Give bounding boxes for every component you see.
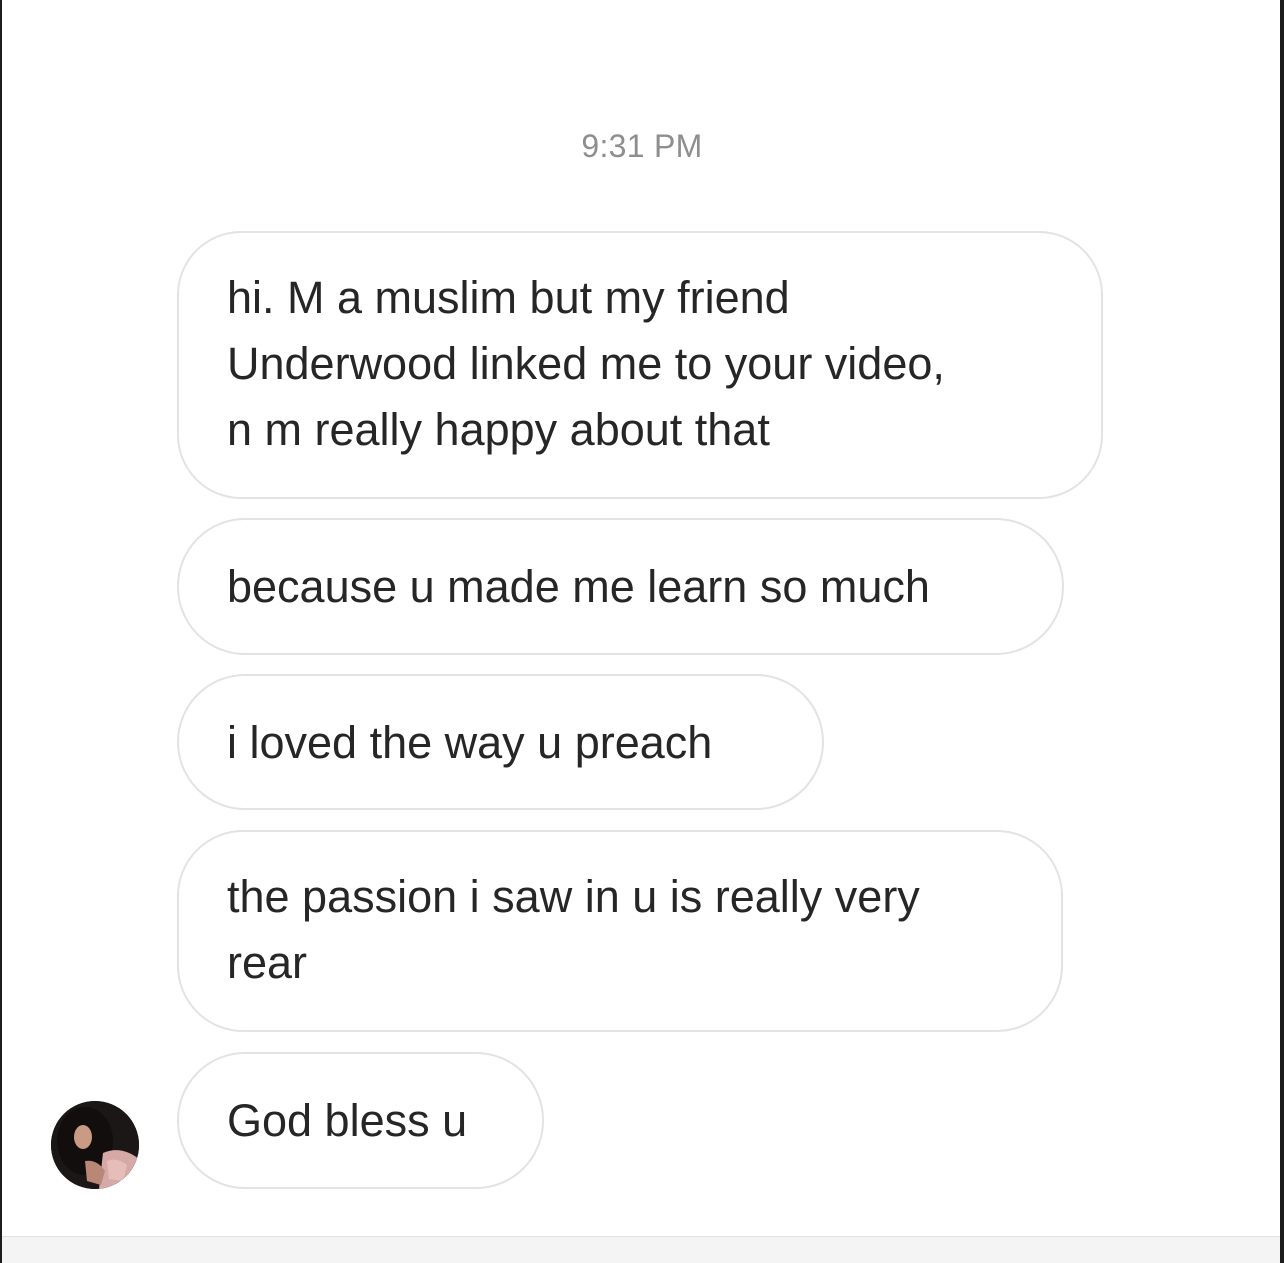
message-text: because u made me learn so much bbox=[227, 561, 930, 612]
right-border bbox=[1280, 0, 1284, 1263]
message-bubble[interactable]: God bless u bbox=[177, 1052, 544, 1189]
message-text: the passion i saw in u is really very bbox=[227, 871, 920, 922]
message-text: i loved the way u preach bbox=[227, 717, 713, 768]
message-bubble[interactable]: because u made me learn so much bbox=[177, 518, 1064, 655]
left-border bbox=[0, 0, 2, 1263]
message-timestamp: 9:31 PM bbox=[581, 128, 703, 164]
bottom-bar bbox=[2, 1236, 1280, 1263]
message-bubble[interactable]: hi. M a muslim but my friend Underwood l… bbox=[177, 231, 1103, 499]
message-text: rear bbox=[227, 937, 308, 988]
message-text: God bless u bbox=[227, 1095, 468, 1146]
message-bubble[interactable]: i loved the way u preach bbox=[177, 674, 824, 810]
message-text: hi. M a muslim but my friend bbox=[227, 272, 790, 323]
message-text: Underwood linked me to your video, bbox=[227, 338, 945, 389]
avatar-image bbox=[51, 1101, 139, 1189]
message-text: n m really happy about that bbox=[227, 404, 770, 455]
profile-photo-avatar[interactable] bbox=[51, 1101, 139, 1189]
message-bubble[interactable]: the passion i saw in u is really very re… bbox=[177, 830, 1063, 1032]
